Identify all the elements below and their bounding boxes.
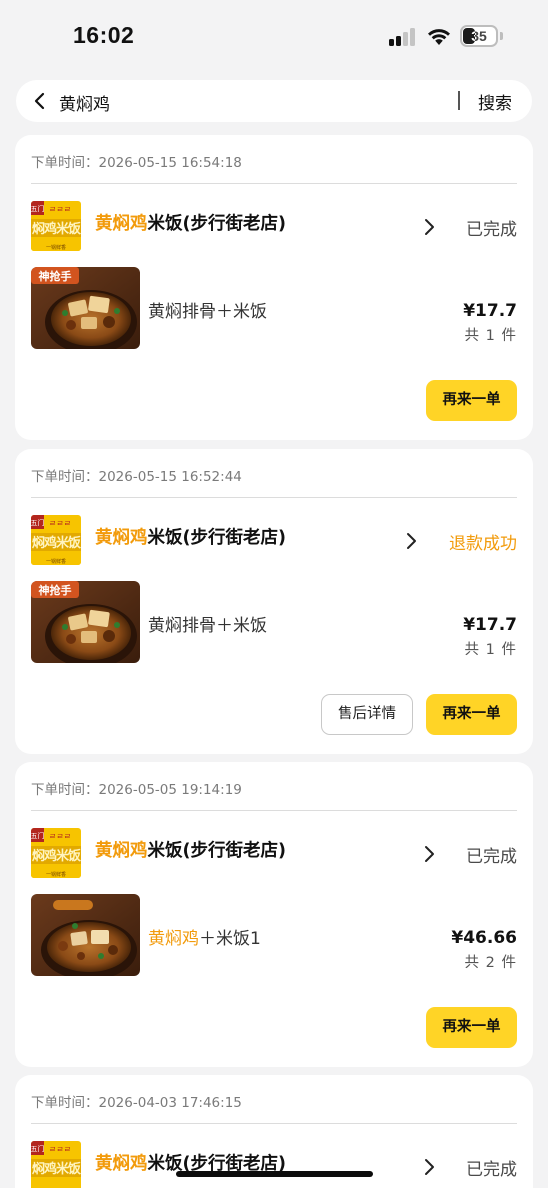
goods-count: 共 1 件	[464, 642, 517, 658]
svg-text:焖鸡米饭: 焖鸡米饭	[32, 535, 81, 551]
battery-icon: 35 35	[460, 25, 498, 47]
svg-text:ㄹㄹㄹ: ㄹㄹㄹ	[49, 832, 71, 841]
shop-name[interactable]: 黄焖鸡米饭(步行街老店)	[95, 210, 286, 235]
chevron-right-icon[interactable]	[417, 215, 441, 239]
order-card[interactable]: 下单时间：2026-05-05 19:14:19 五门 ㄹㄹㄹ 焖鸡米饭 一锅鲜…	[15, 762, 533, 1067]
order-card[interactable]: 下单时间：2026-05-15 16:54:18 五门 ㄹㄹㄹ 焖鸡米饭 一锅鲜…	[15, 135, 533, 440]
shop-logo[interactable]: 五门 ㄹㄹㄹ 焖鸡米饭 一锅鲜香	[31, 515, 81, 565]
goods-thumbnail[interactable]: 神抢手	[31, 581, 140, 663]
card-divider	[31, 497, 517, 498]
order-time: 下单时间：2026-05-15 16:52:44	[31, 469, 242, 485]
reorder-button[interactable]: 再来一单	[426, 694, 517, 735]
svg-text:神抢手: 神抢手	[39, 583, 72, 597]
svg-text:五门: 五门	[31, 204, 45, 213]
card-divider	[31, 810, 517, 811]
goods-name: 黄焖排骨＋米饭	[148, 302, 267, 322]
svg-text:ㄹㄹㄹ: ㄹㄹㄹ	[49, 205, 71, 214]
search-bar[interactable]: 黄焖鸡 搜索	[16, 80, 532, 122]
back-arrow-icon[interactable]	[28, 89, 52, 113]
battery-cap	[500, 32, 503, 40]
goods-price: ¥17.7	[463, 615, 517, 635]
goods-count: 共 2 件	[464, 955, 517, 971]
card-divider	[31, 183, 517, 184]
goods-price: ¥17.7	[463, 301, 517, 321]
svg-text:焖鸡米饭: 焖鸡米饭	[32, 1161, 81, 1177]
home-indicator[interactable]	[176, 1171, 373, 1177]
search-button[interactable]: 搜索	[478, 89, 512, 114]
order-time: 下单时间：2026-05-05 19:14:19	[31, 782, 242, 798]
svg-text:一锅鲜香: 一锅鲜香	[46, 244, 66, 251]
shop-logo[interactable]: 五门 ㄹㄹㄹ 焖鸡米饭 一锅鲜香	[31, 828, 81, 878]
wifi-icon	[428, 29, 450, 45]
goods-price: ¥46.66	[451, 928, 517, 948]
svg-text:一锅鲜香: 一锅鲜香	[46, 871, 66, 878]
goods-thumbnail[interactable]	[31, 894, 140, 976]
svg-text:焖鸡米饭: 焖鸡米饭	[32, 221, 81, 237]
status-time: 16:02	[73, 22, 135, 48]
svg-text:一锅鲜香: 一锅鲜香	[46, 558, 66, 565]
svg-text:ㄹㄹㄹ: ㄹㄹㄹ	[49, 519, 71, 528]
reorder-button[interactable]: 再来一单	[426, 380, 517, 421]
order-status: 已完成	[466, 220, 517, 240]
reorder-button[interactable]: 再来一单	[426, 1007, 517, 1048]
goods-count: 共 1 件	[464, 328, 517, 344]
search-divider	[458, 91, 460, 110]
shop-logo[interactable]: 五门 ㄹㄹㄹ 焖鸡米饭	[31, 1141, 81, 1188]
order-time: 下单时间：2026-05-15 16:54:18	[31, 155, 242, 171]
shop-name[interactable]: 黄焖鸡米饭(步行街老店)	[95, 524, 286, 549]
goods-name: 黄焖排骨＋米饭	[148, 616, 267, 636]
order-time: 下单时间：2026-04-03 17:46:15	[31, 1095, 242, 1111]
svg-text:ㄹㄹㄹ: ㄹㄹㄹ	[49, 1145, 71, 1154]
shop-logo[interactable]: 五门 ㄹㄹㄹ 焖鸡米饭 一锅鲜香	[31, 201, 81, 251]
svg-text:焖鸡米饭: 焖鸡米饭	[32, 848, 81, 864]
goods-name: 黄焖鸡＋米饭1	[148, 929, 261, 949]
status-bar: 16:02 35 35	[0, 0, 548, 74]
chevron-right-icon[interactable]	[417, 842, 441, 866]
svg-text:神抢手: 神抢手	[39, 269, 72, 283]
svg-text:五门: 五门	[31, 831, 45, 840]
after-sale-details-button[interactable]: 售后详情	[321, 694, 413, 735]
chevron-right-icon[interactable]	[417, 1155, 441, 1179]
order-status: 已完成	[466, 847, 517, 867]
order-card[interactable]: 下单时间：2026-05-15 16:52:44 五门 ㄹㄹㄹ 焖鸡米饭 一锅鲜…	[15, 449, 533, 754]
shop-name[interactable]: 黄焖鸡米饭(步行街老店)	[95, 837, 286, 862]
goods-thumbnail[interactable]: 神抢手	[31, 267, 140, 349]
order-status: 已完成	[466, 1160, 517, 1180]
card-divider	[31, 1123, 517, 1124]
search-input[interactable]: 黄焖鸡	[59, 90, 110, 115]
chevron-right-icon[interactable]	[399, 529, 423, 553]
order-status: 退款成功	[449, 534, 517, 554]
svg-text:五门: 五门	[31, 1144, 45, 1153]
signal-icon	[389, 28, 417, 46]
svg-text:五门: 五门	[31, 518, 45, 527]
